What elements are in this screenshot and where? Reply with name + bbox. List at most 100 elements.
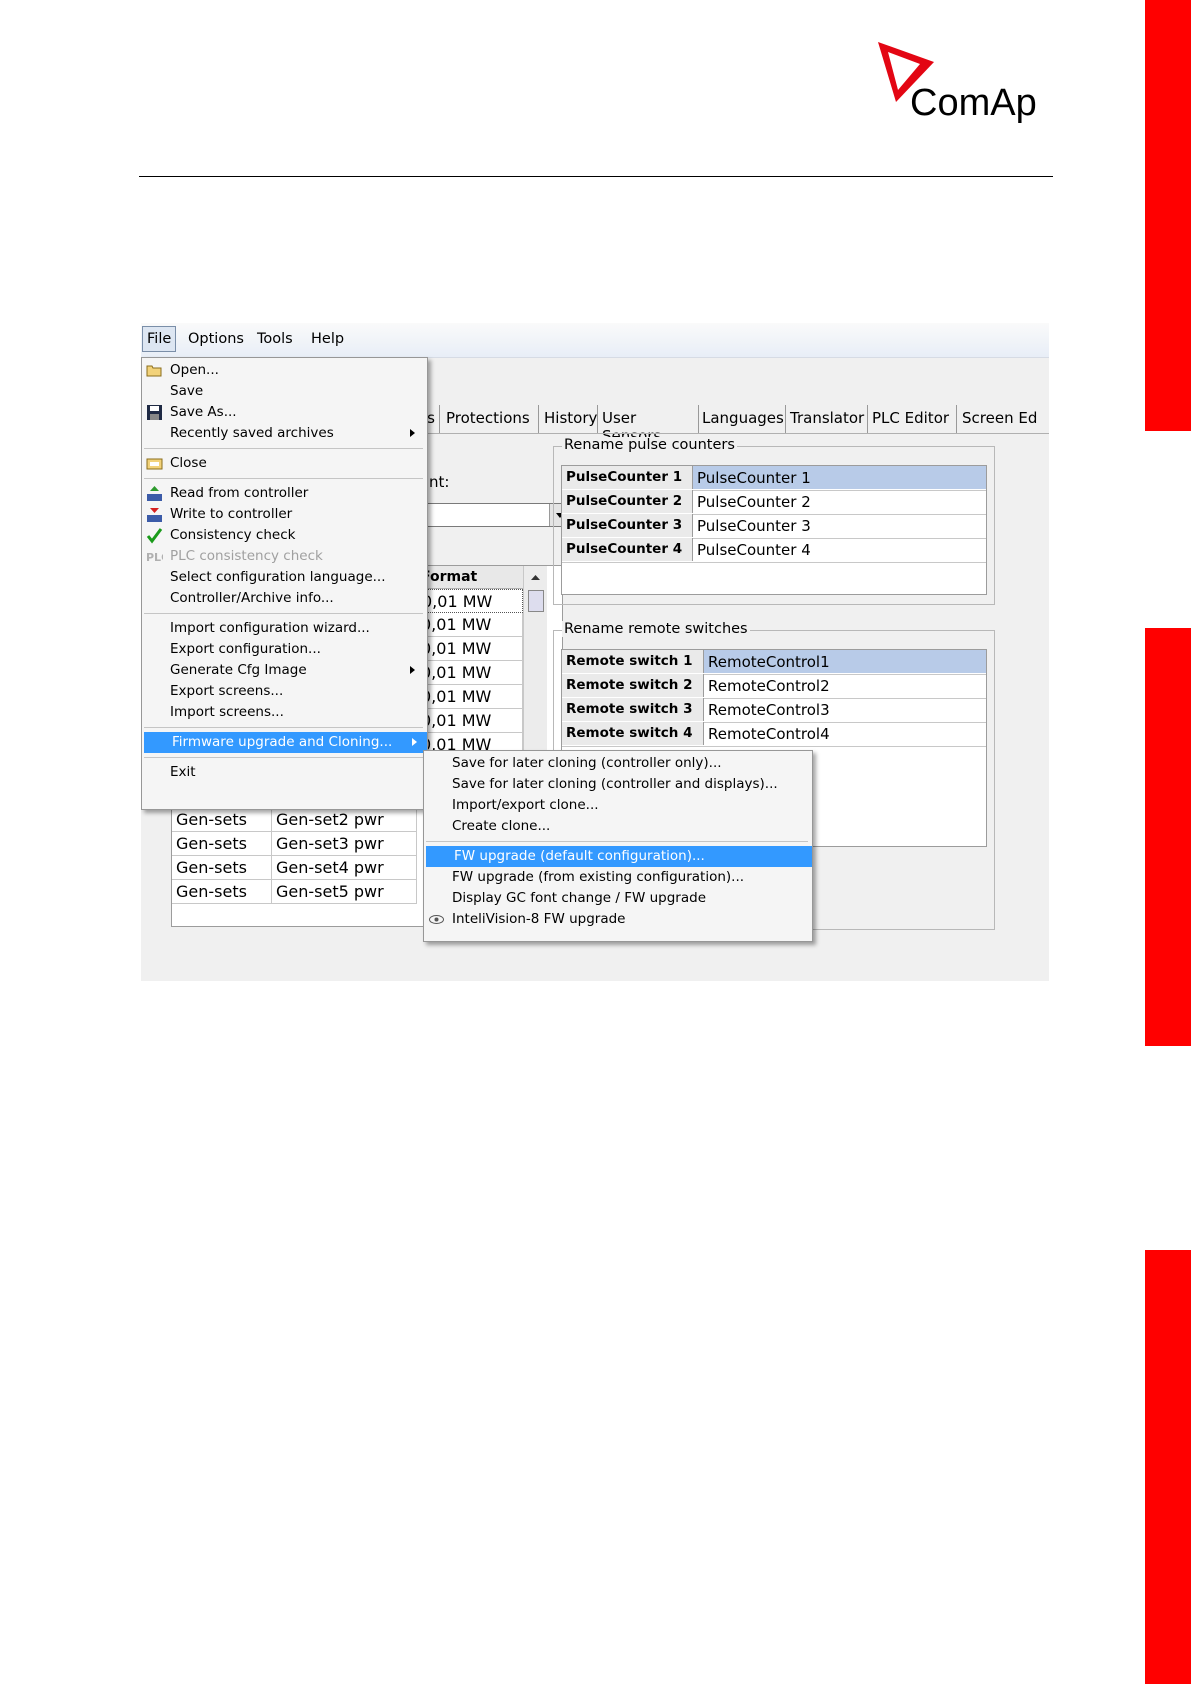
format-cell: 0,01 MW	[417, 613, 523, 637]
menu-item[interactable]: Close	[142, 453, 425, 474]
logo-text: ComAp	[910, 82, 1037, 124]
write-controller-icon	[146, 506, 163, 523]
menu-item[interactable]: FW upgrade (default configuration)...	[426, 846, 812, 867]
table-row[interactable]: PulseCounter 2 PulseCounter 2	[562, 490, 986, 515]
tab-screen-editor[interactable]: Screen Ed	[959, 405, 1049, 433]
menu-item[interactable]: Import/export clone...	[424, 795, 810, 816]
menu-item: PLC PLC consistency check	[142, 546, 425, 567]
pulse-counters-table: PulseCounter 1 PulseCounter 1 PulseCounter…	[561, 465, 987, 595]
tab-protections[interactable]: Protections	[443, 405, 539, 433]
menu-item[interactable]: Save for later cloning (controller and d…	[424, 774, 810, 795]
table-row[interactable]: PulseCounter 4 PulseCounter 4	[562, 538, 986, 563]
menu-item[interactable]: Export screens...	[142, 681, 425, 702]
menu-item[interactable]: Recently saved archives	[142, 423, 425, 444]
row-key: Remote switch 3	[562, 698, 704, 721]
row-key: Remote switch 2	[562, 674, 704, 697]
menu-options[interactable]: Options	[188, 331, 244, 347]
comap-logo: ComAp	[876, 40, 1056, 130]
menu-item[interactable]: Read from controller	[142, 483, 425, 504]
menu-item[interactable]: Open...	[142, 360, 425, 381]
menu-item-label: InteliVision-8 FW upgrade	[452, 911, 626, 927]
menu-item-label: FW upgrade (default configuration)...	[454, 848, 705, 864]
menu-item-label: Recently saved archives	[170, 425, 334, 441]
menu-separator	[426, 841, 808, 842]
plc-check-icon: PLC	[146, 548, 169, 565]
scroll-up-icon[interactable]	[524, 566, 547, 588]
menu-item[interactable]: Import screens...	[142, 702, 425, 723]
menu-separator	[144, 727, 423, 728]
row-value[interactable]: RemoteControl2	[704, 674, 986, 697]
row-value[interactable]: RemoteControl1	[704, 650, 986, 673]
menu-item[interactable]: Generate Cfg Image	[142, 660, 425, 681]
menu-item-label: Exit	[170, 764, 196, 780]
group-cell: Gen-sets	[172, 832, 272, 856]
menu-item-label: Export configuration...	[170, 641, 321, 657]
table-row[interactable]: Remote switch 1 RemoteControl1	[562, 650, 986, 675]
menu-bar: File Options Tools Help	[141, 323, 1049, 358]
menu-item-label: Read from controller	[170, 485, 309, 501]
menu-item[interactable]: FW upgrade (from existing configuration)…	[424, 867, 810, 888]
menu-item[interactable]: Write to controller	[142, 504, 425, 525]
menu-item[interactable]: Controller/Archive info...	[142, 588, 425, 609]
table-row[interactable]: Remote switch 4 RemoteControl4	[562, 722, 986, 747]
pulse-counters-group: Rename pulse counters PulseCounter 1 Puls…	[553, 437, 995, 605]
menu-item[interactable]: Create clone...	[424, 816, 810, 837]
side-bar-middle	[1145, 628, 1191, 1046]
scroll-thumb[interactable]	[528, 590, 544, 612]
menu-file[interactable]: File	[142, 326, 177, 352]
row-value[interactable]: PulseCounter 3	[693, 514, 986, 537]
row-value[interactable]: PulseCounter 2	[693, 490, 986, 513]
format-cell: 0,01 MW	[417, 661, 523, 685]
format-cell: 0,01 MW	[417, 589, 523, 613]
firmware-submenu: Save for later cloning (controller only)…	[423, 750, 813, 942]
row-value[interactable]: PulseCounter 4	[693, 538, 986, 561]
group-cell: Gen-sets	[172, 856, 272, 880]
left-panel-label: nt:	[429, 473, 450, 491]
menu-item[interactable]: Firmware upgrade and Cloning...	[144, 732, 427, 753]
tab-plc-editor[interactable]: PLC Editor	[869, 405, 957, 433]
menu-item[interactable]: Export configuration...	[142, 639, 425, 660]
row-value[interactable]: RemoteControl4	[704, 722, 986, 745]
menu-tools[interactable]: Tools	[257, 331, 293, 347]
svg-text:PLC: PLC	[146, 551, 163, 564]
row-key: PulseCounter 3	[562, 514, 693, 537]
tab-user-sensors[interactable]: User Sensors	[599, 405, 699, 445]
table-row[interactable]: PulseCounter 1 PulseCounter 1	[562, 466, 986, 491]
tab-translator[interactable]: Translator	[787, 405, 868, 433]
menu-item[interactable]: InteliVision-8 FW upgrade	[424, 909, 810, 930]
menu-item-label: Select configuration language...	[170, 569, 386, 585]
menu-separator	[144, 478, 423, 479]
row-key: Remote switch 4	[562, 722, 704, 745]
group-cell: Gen-sets	[172, 808, 272, 832]
menu-item-label: Close	[170, 455, 207, 471]
row-key: PulseCounter 2	[562, 490, 693, 513]
menu-item[interactable]: Display GC font change / FW upgrade	[424, 888, 810, 909]
row-key: Remote switch 1	[562, 650, 704, 673]
menu-help[interactable]: Help	[311, 331, 344, 347]
tab-languages[interactable]: Languages	[699, 405, 786, 433]
menu-item[interactable]: Consistency check	[142, 525, 425, 546]
menu-item[interactable]: Save As...	[142, 402, 425, 423]
menu-item-label: Generate Cfg Image	[170, 662, 307, 678]
software-window: File Options Tools Help ls Protections H…	[141, 323, 1049, 981]
floppy-disk-icon	[146, 404, 163, 421]
file-menu: Open... Save Save As... Recently saved arch…	[141, 357, 428, 810]
menu-item-label: Save	[170, 383, 204, 399]
group-cell: Gen-sets	[172, 880, 272, 904]
menu-item[interactable]: Import configuration wizard...	[142, 618, 425, 639]
menu-item[interactable]: Select configuration language...	[142, 567, 425, 588]
menu-item[interactable]: Save	[142, 381, 425, 402]
tab-history[interactable]: History	[541, 405, 598, 433]
read-controller-icon	[146, 485, 163, 502]
row-value[interactable]: PulseCounter 1	[693, 466, 986, 489]
dropdown[interactable]	[421, 503, 571, 527]
menu-item-label: Firmware upgrade and Cloning...	[172, 734, 393, 750]
table-row[interactable]: Remote switch 3 RemoteControl3	[562, 698, 986, 723]
menu-item[interactable]: Exit	[142, 762, 425, 783]
table-row[interactable]: Remote switch 2 RemoteControl2	[562, 674, 986, 699]
table-row[interactable]: PulseCounter 3 PulseCounter 3	[562, 514, 986, 539]
row-value[interactable]: RemoteControl3	[704, 698, 986, 721]
menu-item[interactable]: Save for later cloning (controller only)…	[424, 753, 810, 774]
menu-separator	[144, 613, 423, 614]
submenu-arrow-icon	[410, 666, 415, 674]
